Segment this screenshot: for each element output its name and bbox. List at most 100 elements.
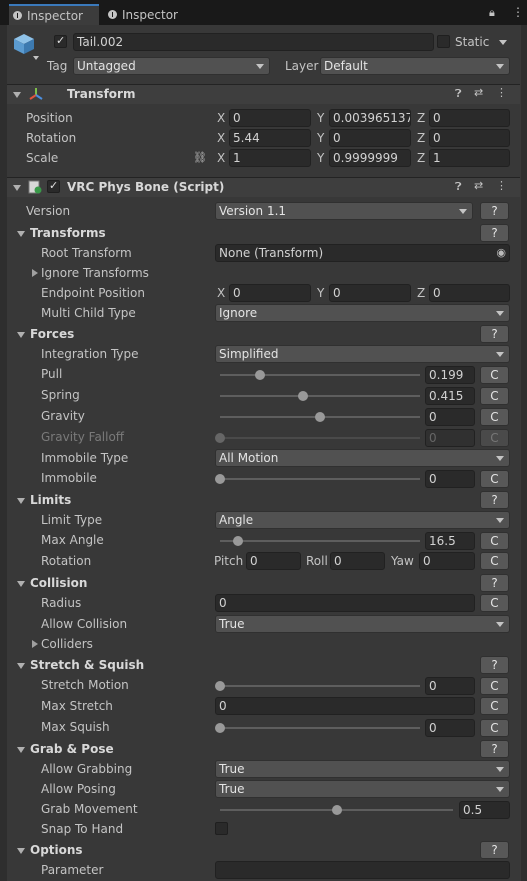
immobile-slider-track[interactable] [220, 478, 420, 480]
immobile-curve-button[interactable]: C [480, 470, 509, 488]
forces-help-button[interactable]: ? [480, 325, 509, 343]
max-squish-curve-button[interactable]: C [480, 719, 509, 737]
endpoint-x-field[interactable]: 0 [229, 284, 311, 302]
options-section-title[interactable]: Options [30, 843, 83, 857]
endpoint-y-field[interactable]: 0 [329, 284, 411, 302]
version-help-button[interactable]: ? [480, 202, 509, 220]
spring-slider-track[interactable] [220, 395, 420, 397]
grab-pose-section-title[interactable]: Grab & Pose [30, 742, 114, 756]
rotation-z-field[interactable]: 0 [429, 129, 510, 147]
max-squish-slider-thumb[interactable] [215, 723, 225, 733]
object-name-field[interactable]: Tail.002 [73, 33, 434, 51]
snap-to-hand-checkbox[interactable] [215, 822, 228, 835]
layer-dropdown[interactable]: Default [320, 57, 510, 75]
stretch-squish-help-button[interactable]: ? [480, 656, 509, 674]
foldout-collapsed-icon[interactable] [32, 269, 38, 277]
immobile-slider-thumb[interactable] [215, 474, 225, 484]
scale-z-field[interactable]: 1 [429, 149, 510, 167]
kebab-menu-icon[interactable]: ⋮ [496, 86, 507, 99]
help-icon[interactable]: ❓︎ [455, 180, 462, 194]
tab-inspector-1[interactable]: Inspector [9, 4, 99, 25]
lock-icon[interactable]: 🔒︎ [489, 6, 495, 20]
spring-curve-button[interactable]: C [480, 387, 509, 405]
gravity-curve-button[interactable]: C [480, 408, 509, 426]
pitch-field[interactable]: 0 [246, 552, 301, 570]
stretch-squish-section-title[interactable]: Stretch & Squish [30, 658, 144, 672]
allow-posing-dropdown[interactable]: True [215, 780, 510, 798]
max-stretch-field[interactable]: 0 [215, 697, 475, 715]
foldout-arrow-icon[interactable] [17, 332, 25, 338]
static-dropdown-arrow[interactable] [499, 40, 507, 45]
scale-y-field[interactable]: 0.9999999 [329, 149, 411, 167]
multi-child-type-dropdown[interactable]: Ignore [215, 304, 510, 322]
roll-field[interactable]: 0 [330, 552, 385, 570]
spring-slider-thumb[interactable] [298, 391, 308, 401]
foldout-arrow-icon[interactable] [17, 848, 25, 854]
allow-collision-dropdown[interactable]: True [215, 615, 510, 633]
foldout-arrow-icon[interactable] [17, 747, 25, 753]
foldout-arrow-icon[interactable] [13, 185, 21, 191]
max-angle-slider-thumb[interactable] [233, 536, 244, 546]
root-transform-field[interactable]: None (Transform) ◉ [215, 244, 510, 262]
allow-grabbing-dropdown[interactable]: True [215, 760, 510, 778]
scale-x-field[interactable]: 1 [229, 149, 311, 167]
foldout-arrow-icon[interactable] [13, 92, 21, 98]
endpoint-z-field[interactable]: 0 [429, 284, 510, 302]
radius-field[interactable]: 0 [215, 594, 475, 612]
stretch-motion-curve-button[interactable]: C [480, 677, 509, 695]
integration-type-dropdown[interactable]: Simplified [215, 345, 510, 363]
active-checkbox[interactable] [54, 34, 67, 48]
position-y-field[interactable]: 0.003965137 [329, 109, 411, 127]
gravity-field[interactable]: 0 [425, 408, 475, 426]
help-icon[interactable]: ❓︎ [455, 87, 462, 101]
pull-curve-button[interactable]: C [480, 366, 509, 384]
pull-slider-track[interactable] [220, 374, 420, 376]
tag-dropdown[interactable]: Untagged [73, 57, 270, 75]
stretch-motion-slider-track[interactable] [220, 685, 420, 687]
static-checkbox[interactable] [437, 35, 450, 48]
position-z-field[interactable]: 0 [429, 109, 510, 127]
grab-pose-help-button[interactable]: ? [480, 740, 509, 758]
stretch-motion-field[interactable]: 0 [425, 677, 475, 695]
gravity-slider-thumb[interactable] [315, 412, 325, 422]
constrain-proportions-icon[interactable]: ⛓︎ [193, 151, 207, 164]
foldout-arrow-icon[interactable] [17, 581, 25, 587]
object-picker-icon[interactable]: ◉ [496, 245, 506, 261]
options-help-button[interactable]: ? [480, 841, 509, 859]
position-x-field[interactable]: 0 [229, 109, 311, 127]
kebab-menu-icon[interactable]: ⋮ [496, 179, 507, 192]
immobile-type-dropdown[interactable]: All Motion [215, 449, 510, 467]
yaw-field[interactable]: 0 [419, 552, 475, 570]
max-squish-field[interactable]: 0 [425, 719, 475, 737]
collision-section-title[interactable]: Collision [30, 576, 87, 590]
stretch-motion-slider-thumb[interactable] [215, 681, 225, 691]
limits-help-button[interactable]: ? [480, 491, 509, 509]
radius-curve-button[interactable]: C [480, 594, 509, 612]
forces-section-title[interactable]: Forces [30, 327, 74, 341]
grab-movement-field[interactable]: 0.5 [459, 801, 510, 819]
limit-type-dropdown[interactable]: Angle [215, 511, 510, 529]
version-dropdown[interactable]: Version 1.1 [215, 202, 473, 220]
collision-help-button[interactable]: ? [480, 574, 509, 592]
max-angle-slider-track[interactable] [220, 540, 420, 542]
rotation-curve-button[interactable]: C [480, 552, 509, 570]
limits-section-title[interactable]: Limits [30, 493, 71, 507]
presets-icon[interactable]: ⇄ [474, 86, 483, 99]
max-angle-field[interactable]: 16.5 [425, 532, 475, 550]
grab-movement-slider-thumb[interactable] [331, 805, 342, 815]
immobile-field[interactable]: 0 [425, 470, 475, 488]
foldout-arrow-icon[interactable] [17, 231, 25, 237]
ignore-transforms-label[interactable]: Ignore Transforms [41, 266, 149, 280]
pull-slider-thumb[interactable] [254, 370, 265, 380]
parameter-field[interactable] [215, 861, 510, 879]
foldout-arrow-icon[interactable] [17, 498, 25, 504]
max-angle-curve-button[interactable]: C [480, 532, 509, 550]
rotation-x-field[interactable]: 5.44 [229, 129, 311, 147]
tab-inspector-2[interactable]: Inspector [104, 4, 194, 25]
colliders-label[interactable]: Colliders [41, 637, 93, 651]
rotation-y-field[interactable]: 0 [329, 129, 411, 147]
kebab-menu-icon[interactable]: ⋮ [512, 5, 524, 19]
presets-icon[interactable]: ⇄ [474, 179, 483, 192]
foldout-arrow-icon[interactable] [17, 663, 25, 669]
transforms-section-title[interactable]: Transforms [30, 226, 106, 240]
